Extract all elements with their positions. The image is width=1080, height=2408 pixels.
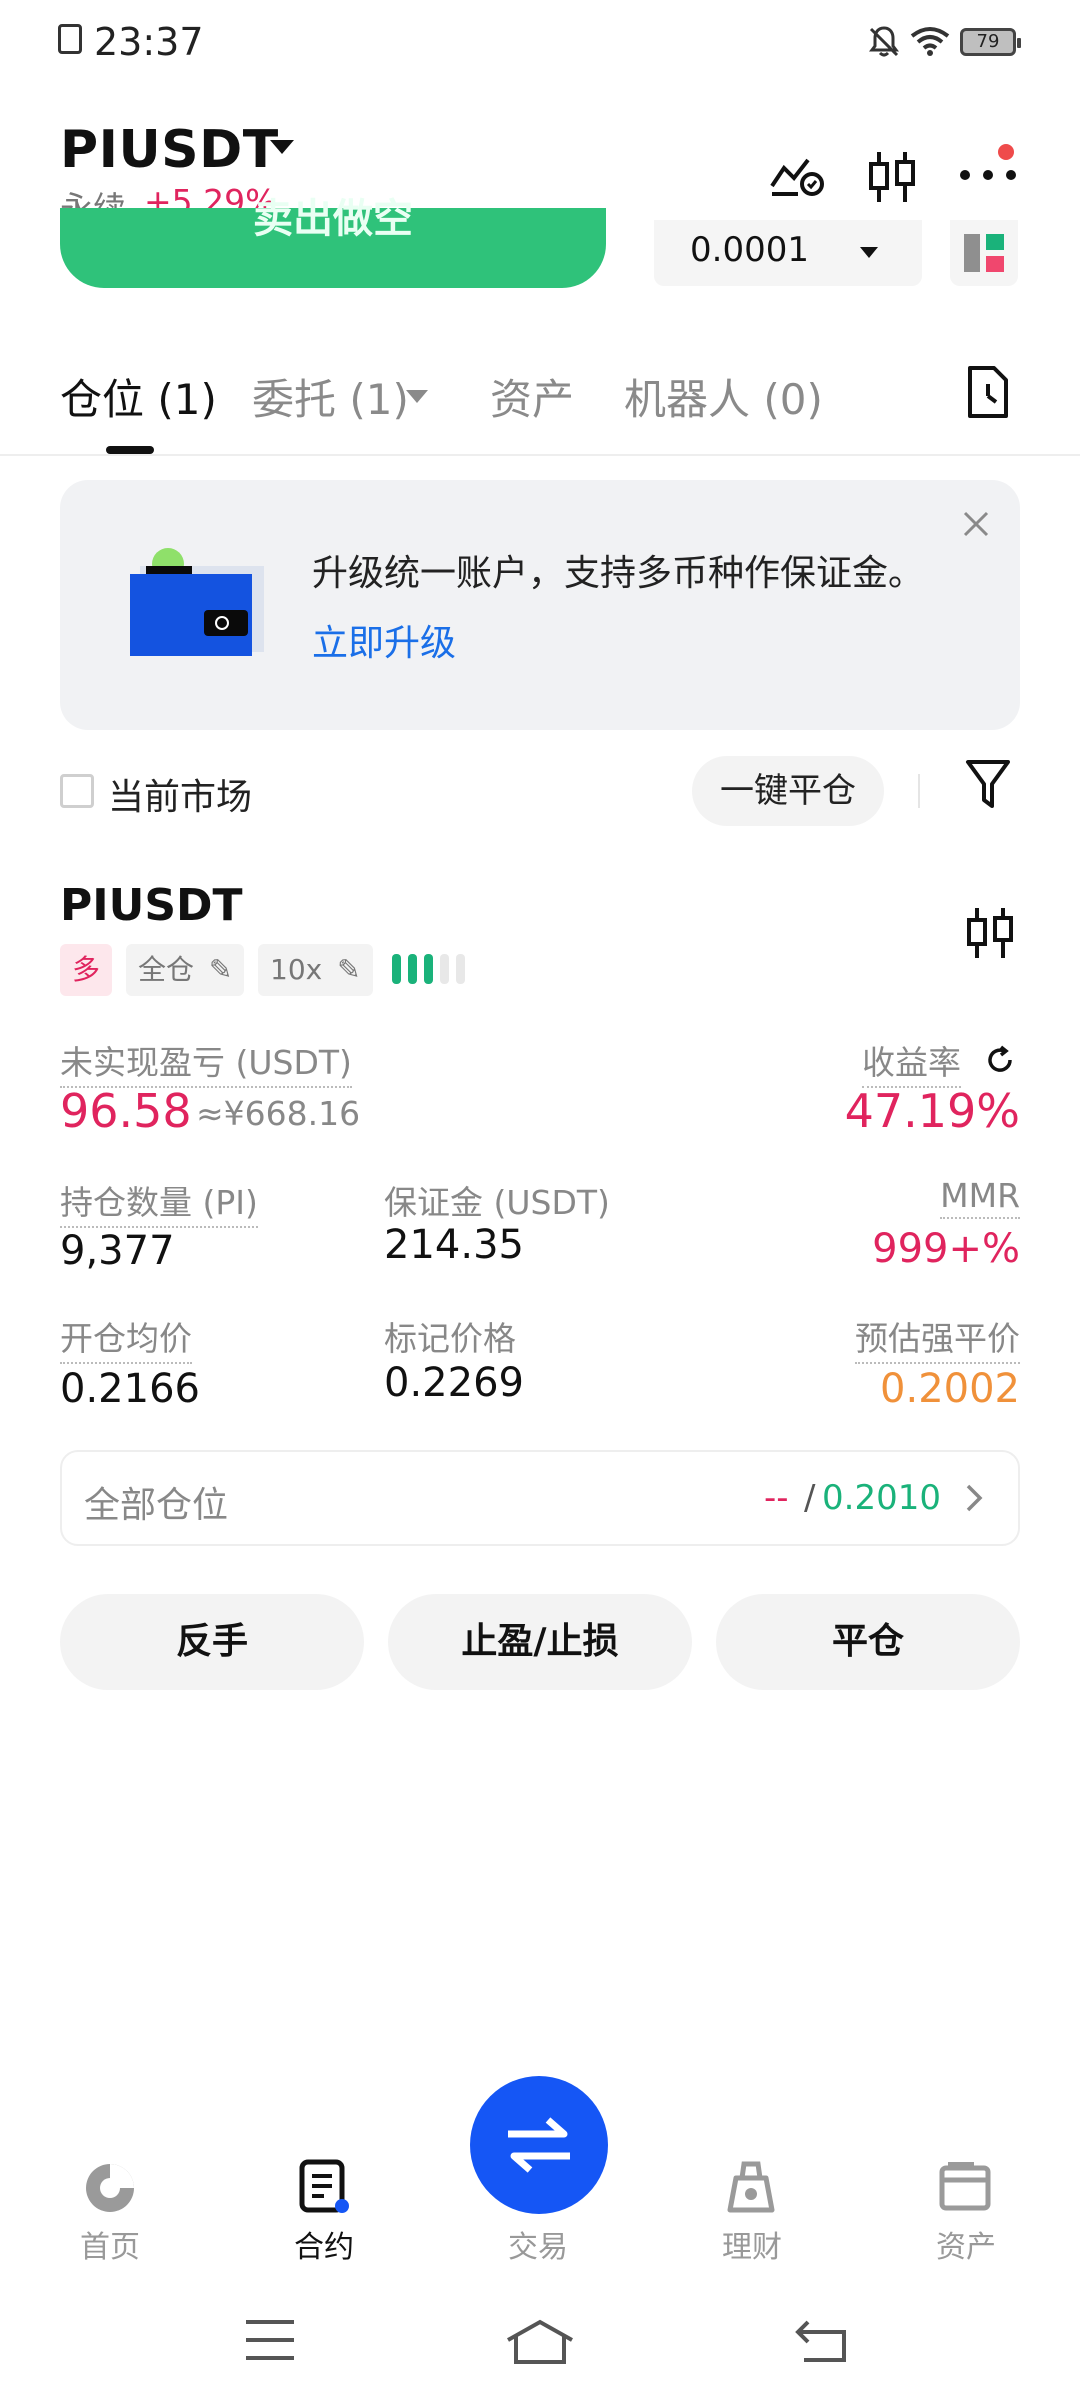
liq-price-label[interactable]: 预估强平价 (855, 1312, 1020, 1364)
status-time: 23:37 (94, 20, 204, 64)
tab-positions[interactable]: 仓位 (1) (60, 366, 217, 427)
tab-assets[interactable]: 资产 (490, 366, 574, 427)
upgrade-now-link[interactable]: 立即升级 (312, 614, 456, 666)
unrealized-pnl-label[interactable]: 未实现盈亏 (USDT) (60, 1036, 352, 1088)
order-chart-icon[interactable] (768, 150, 826, 200)
contract-icon[interactable] (298, 2158, 350, 2214)
active-tab-indicator (106, 446, 154, 454)
refresh-icon[interactable] (984, 1044, 1016, 1076)
reverse-button[interactable]: 反手 (60, 1594, 364, 1690)
wealth-icon[interactable] (724, 2158, 778, 2214)
all-positions-value: 0.2010 (822, 1478, 941, 1518)
position-qty-label[interactable]: 持仓数量 (PI) (60, 1176, 258, 1228)
pair-title[interactable]: PIUSDT (60, 120, 279, 180)
candlestick-icon[interactable] (866, 148, 918, 206)
position-qty-value: 9,377 (60, 1228, 175, 1274)
tab-orders[interactable]: 委托 (1) (252, 366, 409, 427)
margin-label: 保证金 (USDT) (384, 1183, 610, 1222)
nav-assets[interactable]: 资产 (886, 2222, 1046, 2266)
entry-price-label[interactable]: 开仓均价 (60, 1312, 192, 1364)
trade-fab-button[interactable] (470, 2076, 608, 2214)
current-market-label: 当前市场 (108, 777, 253, 818)
assets-icon[interactable] (938, 2160, 992, 2212)
nav-wealth[interactable]: 理财 (672, 2222, 832, 2266)
leverage-badge[interactable]: 10x ✎ (258, 944, 373, 996)
current-market-checkbox[interactable] (60, 774, 94, 808)
more-icon[interactable] (958, 168, 1018, 182)
orderbook-layout-button[interactable] (950, 220, 1018, 286)
bell-off-icon (869, 26, 899, 57)
sell-short-button[interactable]: 卖出做空 (60, 196, 606, 288)
tab-bots[interactable]: 机器人 (0) (624, 366, 823, 427)
swap-icon (508, 2117, 570, 2173)
all-positions-dash: -- (764, 1478, 789, 1518)
unrealized-pnl-value: 96.58 (60, 1084, 192, 1138)
strength-bar (424, 954, 433, 984)
amount-value: 0.0001 (690, 230, 809, 270)
chevron-down-icon (860, 247, 878, 258)
mmr-label[interactable]: MMR (940, 1176, 1020, 1219)
all-positions-label: 全部仓位 (84, 1485, 229, 1526)
candlestick-icon[interactable] (964, 904, 1016, 962)
back-icon[interactable] (794, 2318, 850, 2364)
strength-bar (456, 954, 465, 984)
close-icon[interactable] (962, 510, 990, 538)
position-symbol: PIUSDT (60, 880, 243, 931)
tpsl-button[interactable]: 止盈/止损 (388, 1594, 692, 1690)
home-nav-icon[interactable] (504, 2318, 576, 2366)
chevron-right-icon (966, 1484, 983, 1512)
mark-price-value: 0.2269 (384, 1360, 524, 1406)
side-badge: 多 (60, 944, 113, 996)
margin-value: 214.35 (384, 1222, 524, 1268)
nav-trade[interactable]: 交易 (458, 2222, 618, 2266)
unrealized-pnl-cny: ≈¥668.16 (196, 1094, 361, 1133)
margin-mode-badge[interactable]: 全仓 ✎ (126, 944, 245, 996)
wallet-illustration-icon (130, 548, 264, 656)
menu-icon[interactable] (244, 2318, 296, 2362)
notification-dot (998, 144, 1014, 160)
chevron-down-icon[interactable] (406, 390, 428, 403)
promo-text: 升级统一账户，支持多币种作保证金。 (312, 553, 925, 594)
nav-home[interactable]: 首页 (30, 2222, 190, 2266)
strength-bar (440, 954, 449, 984)
filter-icon[interactable] (964, 758, 1012, 812)
mmr-value: 999+% (872, 1226, 1020, 1272)
divider (918, 774, 920, 808)
liq-price-value: 0.2002 (880, 1366, 1020, 1412)
roe-value: 47.19% (844, 1084, 1020, 1138)
strength-bar (408, 954, 417, 984)
strength-bar (392, 954, 401, 984)
nav-contract[interactable]: 合约 (244, 2222, 404, 2266)
home-icon[interactable] (82, 2160, 138, 2216)
edit-icon: ✎ (208, 953, 233, 986)
all-positions-slash: / (804, 1478, 816, 1518)
layout-icon (964, 234, 1004, 272)
close-all-button[interactable]: 一键平仓 (692, 756, 884, 826)
close-position-button[interactable]: 平仓 (716, 1594, 1020, 1690)
sim-off-icon (58, 24, 82, 54)
mark-price-label: 标记价格 (384, 1319, 516, 1358)
roe-label[interactable]: 收益率 (862, 1036, 961, 1088)
battery-icon: 79 (960, 28, 1021, 56)
chevron-down-icon[interactable] (270, 140, 294, 154)
wifi-icon (910, 27, 950, 56)
divider (0, 454, 1080, 456)
history-icon[interactable] (964, 364, 1012, 420)
entry-price-value: 0.2166 (60, 1366, 200, 1412)
edit-icon: ✎ (337, 953, 361, 986)
